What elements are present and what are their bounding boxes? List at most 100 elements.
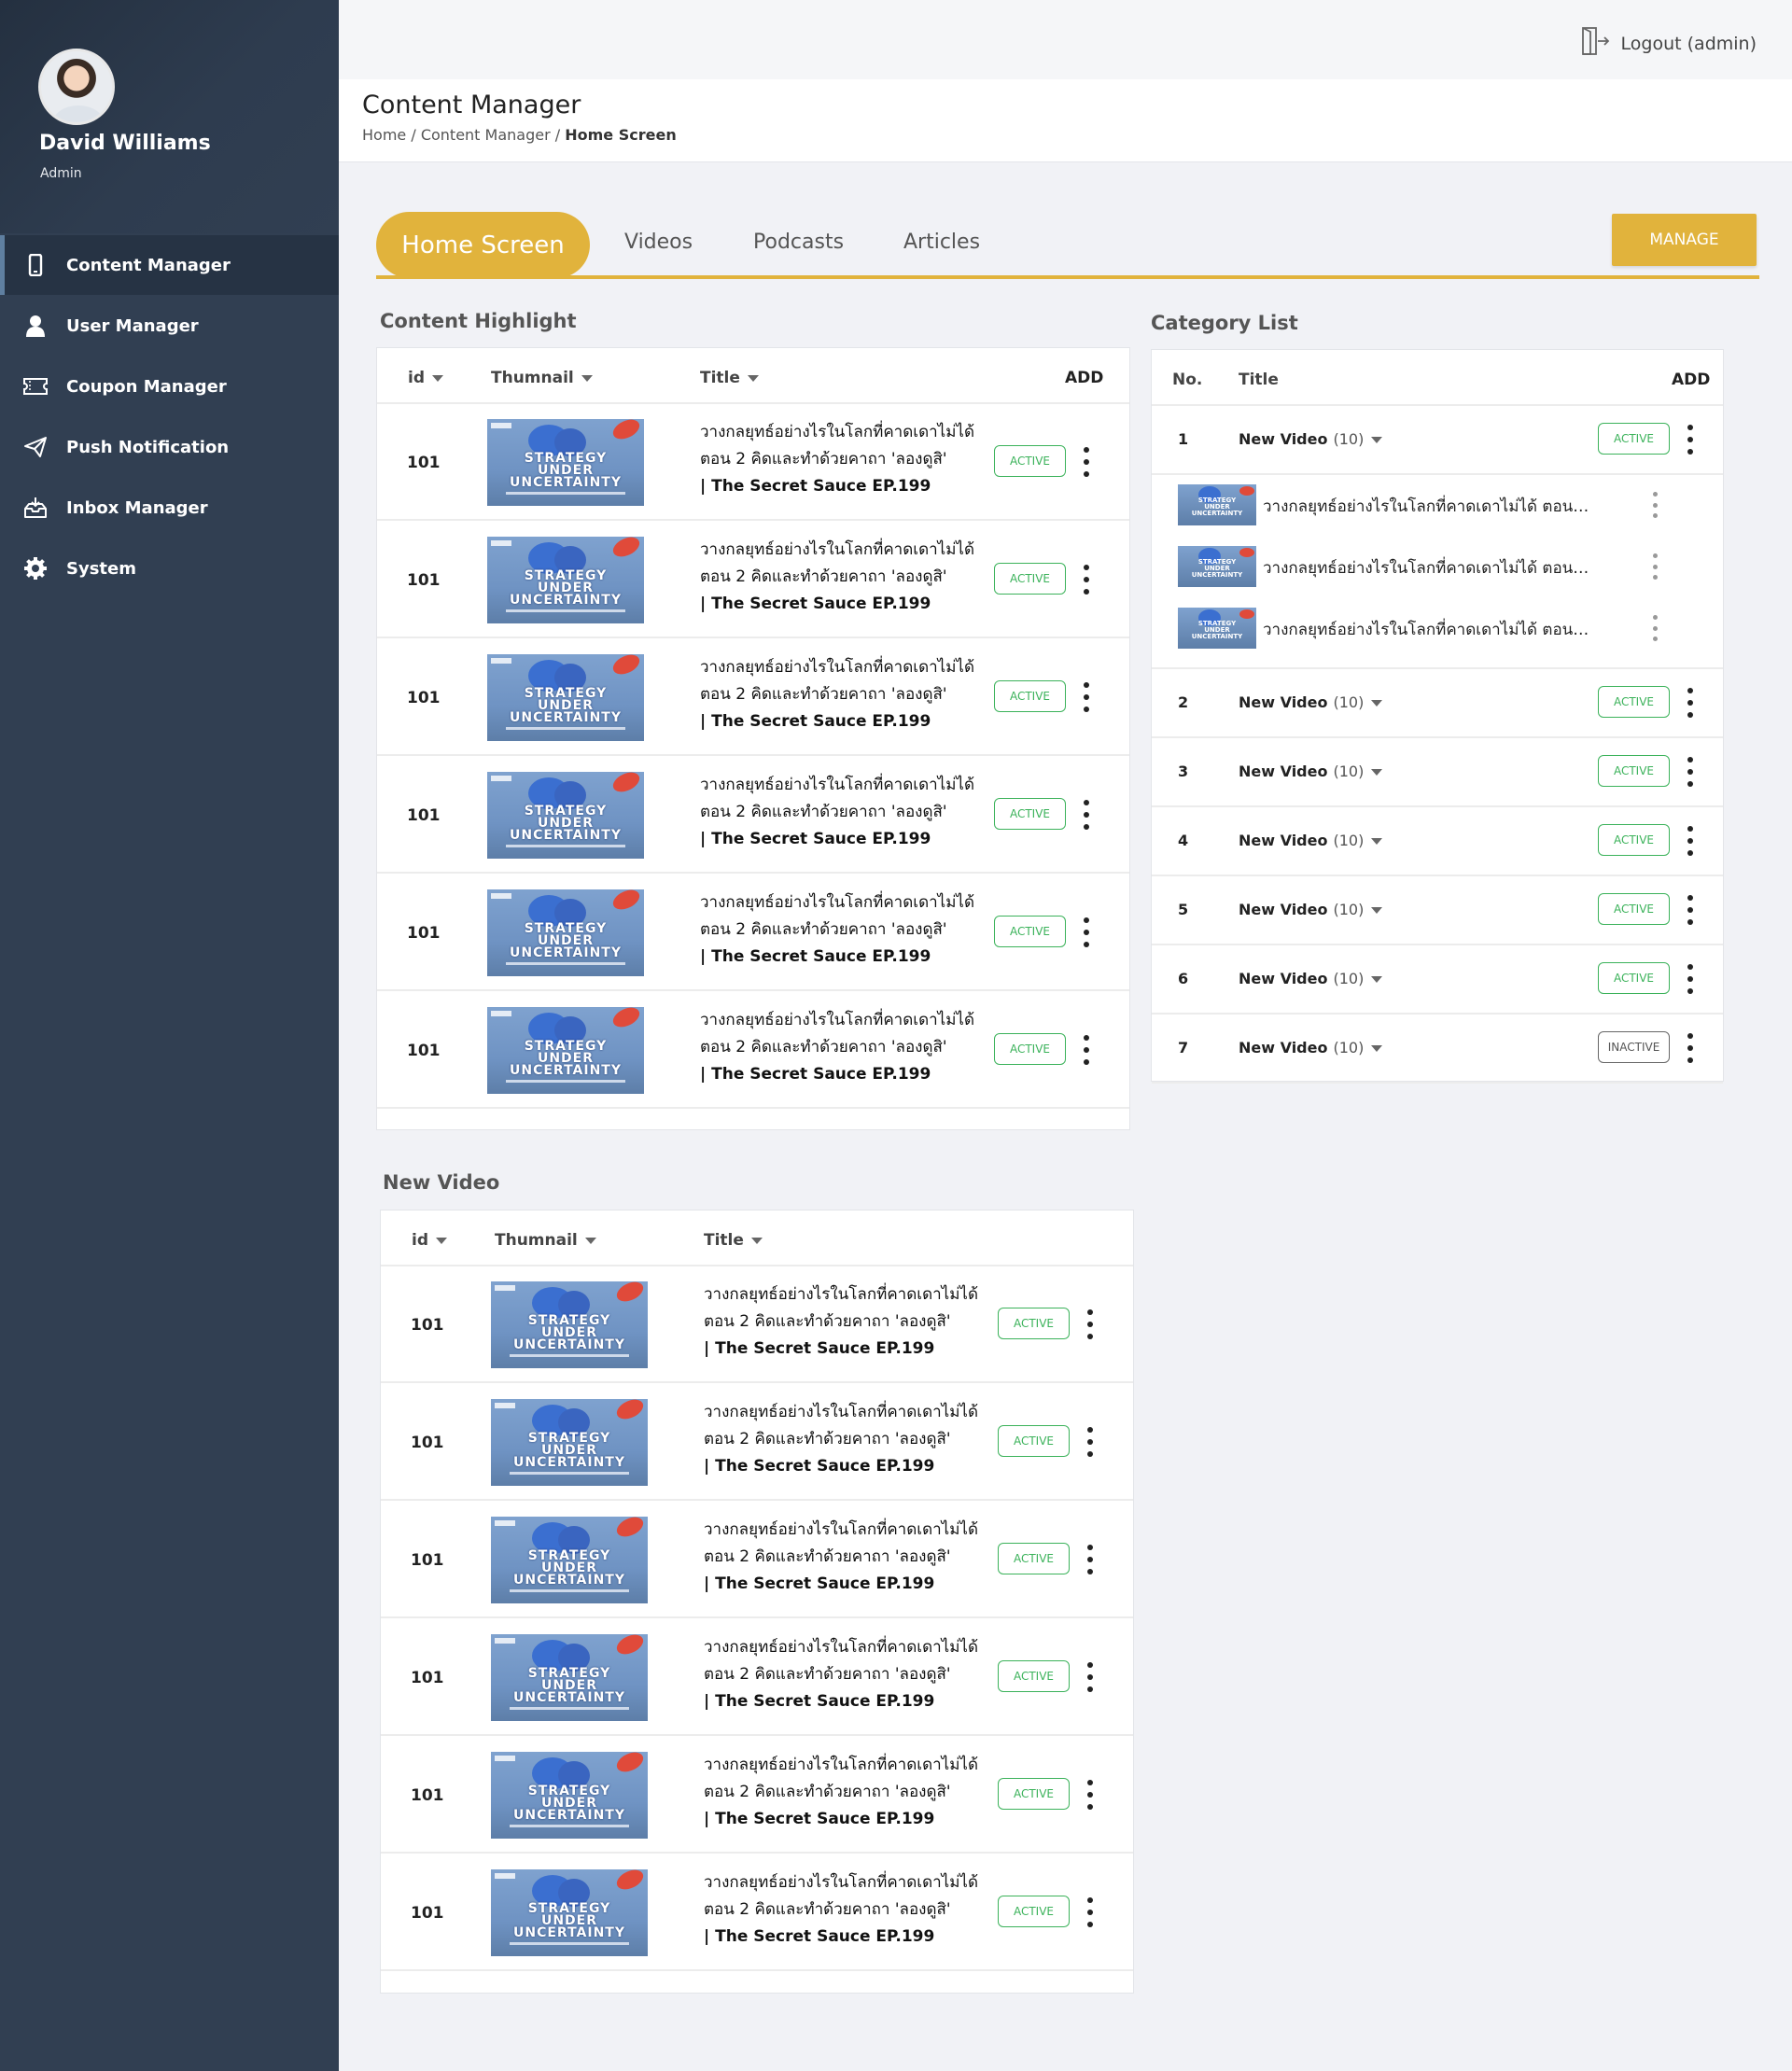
video-thumbnail[interactable]: STRATEGY UNDER UNCERTAINTY <box>487 1007 644 1094</box>
category-row[interactable]: 1 New Video (10) ACTIVE <box>1152 406 1723 475</box>
table-row[interactable]: 101 STRATEGY UNDER UNCERTAINTY วางกลยุทธ์อย่… <box>381 1619 1133 1736</box>
tab-videos[interactable]: Videos <box>624 231 693 254</box>
status-badge[interactable]: ACTIVE <box>994 916 1066 947</box>
more-options-icon[interactable] <box>1082 447 1091 477</box>
video-thumbnail[interactable]: STRATEGY UNDER UNCERTAINTY <box>491 1869 648 1956</box>
more-options-icon[interactable] <box>1686 757 1695 787</box>
status-badge[interactable]: ACTIVE <box>998 1660 1070 1692</box>
more-options-icon[interactable] <box>1650 553 1659 580</box>
more-options-icon[interactable] <box>1085 1427 1095 1457</box>
status-badge[interactable]: ACTIVE <box>1598 686 1670 718</box>
table-row[interactable]: 101 STRATEGY UNDER UNCERTAINTY วางกลยุทธ์อย่… <box>377 639 1129 756</box>
more-options-icon[interactable] <box>1085 1545 1095 1574</box>
tab-articles[interactable]: Articles <box>903 231 980 254</box>
status-badge[interactable]: ACTIVE <box>1598 423 1670 455</box>
sidebar-item-content-manager[interactable]: Content Manager <box>0 235 339 295</box>
more-options-icon[interactable] <box>1082 917 1091 947</box>
status-badge[interactable]: ACTIVE <box>1598 824 1670 856</box>
category-row[interactable]: 2 New Video (10) ACTIVE <box>1152 669 1723 738</box>
category-row[interactable]: 3 New Video (10) ACTIVE <box>1152 738 1723 807</box>
status-badge[interactable]: ACTIVE <box>994 680 1066 712</box>
status-badge[interactable]: ACTIVE <box>998 1896 1070 1927</box>
table-row[interactable]: 101 STRATEGY UNDER UNCERTAINTY วางกลยุทธ์อย่… <box>381 1854 1133 1971</box>
video-thumbnail[interactable]: STRATEGY UNDER UNCERTAINTY <box>491 1281 648 1368</box>
more-options-icon[interactable] <box>1085 1662 1095 1692</box>
more-options-icon[interactable] <box>1085 1780 1095 1810</box>
video-thumbnail[interactable]: STRATEGY UNDER UNCERTAINTY <box>487 537 644 623</box>
status-badge[interactable]: ACTIVE <box>998 1778 1070 1810</box>
status-badge[interactable]: ACTIVE <box>994 563 1066 595</box>
more-options-icon[interactable] <box>1686 964 1695 994</box>
more-options-icon[interactable] <box>1650 615 1659 641</box>
column-id[interactable]: id <box>408 369 443 387</box>
status-badge[interactable]: ACTIVE <box>998 1425 1070 1457</box>
status-badge[interactable]: ACTIVE <box>1598 962 1670 994</box>
more-options-icon[interactable] <box>1082 1035 1091 1065</box>
status-badge[interactable]: ACTIVE <box>994 798 1066 830</box>
logout-button[interactable]: Logout (admin) <box>1580 26 1757 61</box>
manage-button[interactable]: MANAGE <box>1612 214 1757 266</box>
video-thumbnail[interactable]: STRATEGY UNDER UNCERTAINTY <box>487 419 644 506</box>
more-options-icon[interactable] <box>1686 895 1695 925</box>
category-title[interactable]: New Video (10) <box>1239 1039 1383 1056</box>
category-title[interactable]: New Video (10) <box>1239 693 1383 711</box>
more-options-icon[interactable] <box>1686 688 1695 718</box>
video-thumbnail[interactable]: STRATEGY UNDER UNCERTAINTY <box>491 1399 648 1486</box>
table-row[interactable]: 101 STRATEGY UNDER UNCERTAINTY วางกลยุทธ์อย่… <box>377 522 1129 638</box>
category-title[interactable]: New Video (10) <box>1239 763 1383 780</box>
more-options-icon[interactable] <box>1085 1309 1095 1339</box>
status-badge[interactable]: ACTIVE <box>998 1543 1070 1574</box>
list-item[interactable]: STRATEGY UNDER UNCERTAINTY วางกลยุทธ์อย่างไ… <box>1178 542 1701 589</box>
video-thumbnail[interactable]: STRATEGY UNDER UNCERTAINTY <box>491 1752 648 1839</box>
table-row[interactable]: 101 STRATEGY UNDER UNCERTAINTY วางกลยุทธ์อย่… <box>381 1502 1133 1618</box>
video-thumbnail[interactable]: STRATEGY UNDER UNCERTAINTY <box>491 1634 648 1721</box>
status-badge[interactable]: ACTIVE <box>998 1308 1070 1339</box>
sidebar-item-system[interactable]: System <box>0 539 339 598</box>
category-title[interactable]: New Video (10) <box>1239 970 1383 987</box>
add-button[interactable]: ADD <box>1065 369 1103 387</box>
table-row[interactable]: 101 STRATEGY UNDER UNCERTAINTY วางกลยุทธ์อย่… <box>377 875 1129 991</box>
column-thumbnail[interactable]: Thumnail <box>495 1231 596 1250</box>
table-row[interactable]: 101 STRATEGY UNDER UNCERTAINTY วางกลยุทธ์อย่… <box>377 992 1129 1109</box>
column-title[interactable]: Title <box>700 369 759 387</box>
table-row[interactable]: 101 STRATEGY UNDER UNCERTAINTY วางกลยุทธ์อย่… <box>377 757 1129 874</box>
breadcrumb-section[interactable]: Content Manager <box>421 126 551 144</box>
list-item[interactable]: STRATEGY UNDER UNCERTAINTY วางกลยุทธ์อย่างไ… <box>1178 604 1701 651</box>
table-row[interactable]: 101 STRATEGY UNDER UNCERTAINTY วางกลยุทธ์อย่… <box>381 1266 1133 1383</box>
category-row[interactable]: 5 New Video (10) ACTIVE <box>1152 876 1723 945</box>
table-row[interactable]: 101 STRATEGY UNDER UNCERTAINTY วางกลยุทธ์อย่… <box>381 1737 1133 1854</box>
video-thumbnail[interactable]: STRATEGY UNDER UNCERTAINTY <box>487 772 644 859</box>
table-row[interactable]: 101 STRATEGY UNDER UNCERTAINTY วางกลยุทธ์อย่… <box>377 404 1129 521</box>
status-badge[interactable]: ACTIVE <box>1598 755 1670 787</box>
status-badge[interactable]: ACTIVE <box>1598 893 1670 925</box>
more-options-icon[interactable] <box>1650 492 1659 518</box>
more-options-icon[interactable] <box>1082 682 1091 712</box>
video-thumbnail[interactable]: STRATEGY UNDER UNCERTAINTY <box>487 654 644 741</box>
tab-podcasts[interactable]: Podcasts <box>753 231 844 254</box>
tab-home-screen[interactable]: Home Screen <box>376 212 590 278</box>
category-title[interactable]: New Video (10) <box>1239 901 1383 918</box>
category-row[interactable]: 6 New Video (10) ACTIVE <box>1152 945 1723 1015</box>
breadcrumb-home[interactable]: Home <box>362 126 406 144</box>
sidebar-item-coupon-manager[interactable]: Coupon Manager <box>0 357 339 416</box>
list-item[interactable]: STRATEGY UNDER UNCERTAINTY วางกลยุทธ์อย่างไ… <box>1178 481 1701 527</box>
category-title[interactable]: New Video (10) <box>1239 832 1383 849</box>
avatar[interactable] <box>38 49 115 125</box>
add-category-button[interactable]: ADD <box>1672 371 1710 389</box>
sidebar-item-user-manager[interactable]: User Manager <box>0 296 339 356</box>
more-options-icon[interactable] <box>1082 800 1091 830</box>
more-options-icon[interactable] <box>1085 1897 1095 1927</box>
more-options-icon[interactable] <box>1082 565 1091 595</box>
column-title[interactable]: Title <box>704 1231 763 1250</box>
status-badge[interactable]: INACTIVE <box>1598 1031 1670 1063</box>
column-thumbnail[interactable]: Thumnail <box>491 369 593 387</box>
more-options-icon[interactable] <box>1686 826 1695 856</box>
category-row[interactable]: 4 New Video (10) ACTIVE <box>1152 807 1723 876</box>
video-thumbnail[interactable]: STRATEGY UNDER UNCERTAINTY <box>487 889 644 976</box>
more-options-icon[interactable] <box>1686 425 1695 455</box>
video-thumbnail[interactable]: STRATEGY UNDER UNCERTAINTY <box>491 1517 648 1603</box>
more-options-icon[interactable] <box>1686 1033 1695 1063</box>
table-row[interactable]: 101 STRATEGY UNDER UNCERTAINTY วางกลยุทธ์อย่… <box>381 1384 1133 1501</box>
sidebar-item-push-notification[interactable]: Push Notification <box>0 417 339 477</box>
category-title[interactable]: New Video (10) <box>1239 430 1383 448</box>
